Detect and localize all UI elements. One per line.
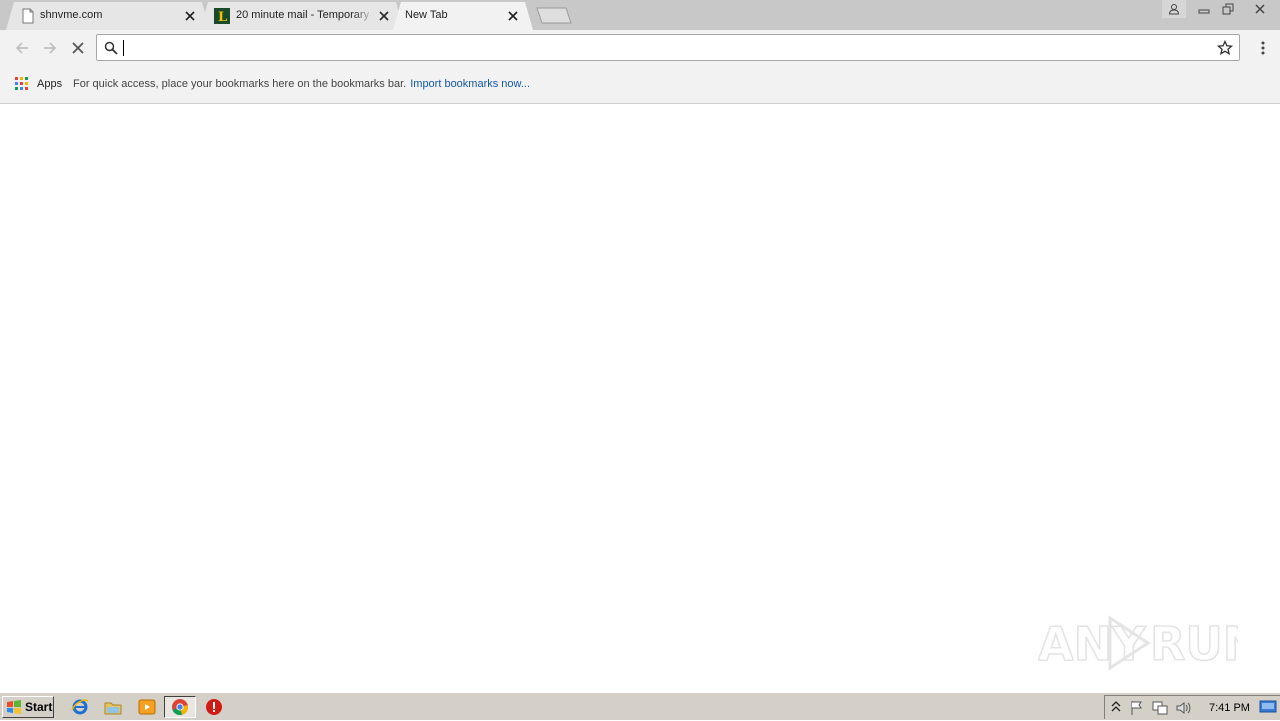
watermark-text-right: RUN	[1150, 617, 1238, 671]
close-icon[interactable]	[507, 10, 519, 22]
bookmark-star-icon[interactable]	[1216, 39, 1234, 61]
forward-button[interactable]	[40, 38, 60, 58]
clock[interactable]: 7:41 PM	[1209, 702, 1250, 714]
opera-stop-icon[interactable]	[205, 698, 223, 716]
network-icon[interactable]	[1151, 700, 1169, 719]
watermark-text-left: ANY	[1038, 617, 1146, 671]
window-controls	[1162, 0, 1280, 18]
import-bookmarks-link[interactable]: Import bookmarks now...	[410, 78, 530, 90]
text-caret	[123, 40, 124, 56]
show-desktop-icon[interactable]	[1259, 700, 1277, 717]
tab-strip: shnvme.com L 20 minute mail - Temporary …	[0, 0, 1280, 30]
close-window-button[interactable]	[1240, 0, 1280, 18]
tab-20minutemail[interactable]: L 20 minute mail - Temporary E	[200, 2, 404, 30]
svg-text:L: L	[218, 10, 227, 24]
tab-new-tab[interactable]: New Tab	[393, 2, 533, 30]
omnibox[interactable]	[96, 34, 1240, 61]
chrome-taskbar-button[interactable]	[164, 696, 196, 718]
close-icon	[1255, 4, 1265, 14]
apps-shortcut[interactable]: Apps	[37, 78, 62, 90]
20minutemail-favicon: L	[214, 8, 230, 24]
bookmarks-hint: For quick access, place your bookmarks h…	[73, 78, 530, 90]
volume-icon[interactable]	[1175, 700, 1191, 719]
chrome-menu-button[interactable]	[1260, 40, 1266, 56]
new-tab-button[interactable]	[536, 7, 572, 24]
minimize-icon	[1198, 9, 1210, 14]
apps-grid-icon[interactable]	[15, 77, 29, 94]
search-icon	[104, 41, 118, 60]
stop-icon	[72, 42, 84, 54]
profile-button[interactable]	[1162, 0, 1186, 18]
tab-title: shnvme.com	[40, 9, 103, 21]
minimize-button[interactable]	[1192, 0, 1216, 18]
start-label: Start	[25, 700, 53, 714]
back-button[interactable]	[12, 38, 32, 58]
tab-shnvme[interactable]: shnvme.com	[6, 2, 210, 30]
page-icon	[20, 8, 36, 24]
chrome-icon	[172, 699, 189, 716]
show-hidden-icons-icon[interactable]	[1111, 700, 1121, 717]
media-player-icon[interactable]	[138, 698, 156, 716]
toolbar	[0, 30, 1280, 66]
start-button[interactable]: Start	[2, 696, 54, 718]
taskbar: Start 7:41 PM	[0, 692, 1280, 720]
kebab-menu-icon	[1261, 41, 1265, 55]
windows-logo-icon	[7, 700, 21, 714]
bookmarks-bar: Apps For quick access, place your bookma…	[0, 66, 1280, 104]
close-icon[interactable]	[184, 10, 196, 22]
new-tab-page	[0, 104, 1280, 692]
system-tray: 7:41 PM	[1104, 695, 1280, 719]
action-center-flag-icon[interactable]	[1129, 700, 1145, 719]
file-explorer-icon[interactable]	[104, 698, 122, 716]
restore-icon	[1222, 3, 1234, 15]
anyrun-watermark: ANY RUN	[1038, 615, 1238, 672]
tab-title: 20 minute mail - Temporary E	[236, 9, 374, 21]
person-icon	[1168, 4, 1180, 15]
restore-button[interactable]	[1216, 0, 1240, 18]
address-input[interactable]	[123, 38, 1203, 57]
close-icon[interactable]	[378, 10, 390, 22]
bookmarks-hint-text: For quick access, place your bookmarks h…	[73, 78, 407, 90]
back-arrow-icon	[15, 42, 28, 54]
internet-explorer-icon[interactable]	[71, 698, 89, 716]
tab-title: New Tab	[405, 9, 448, 21]
stop-button[interactable]	[68, 38, 88, 58]
forward-arrow-icon	[44, 42, 57, 54]
